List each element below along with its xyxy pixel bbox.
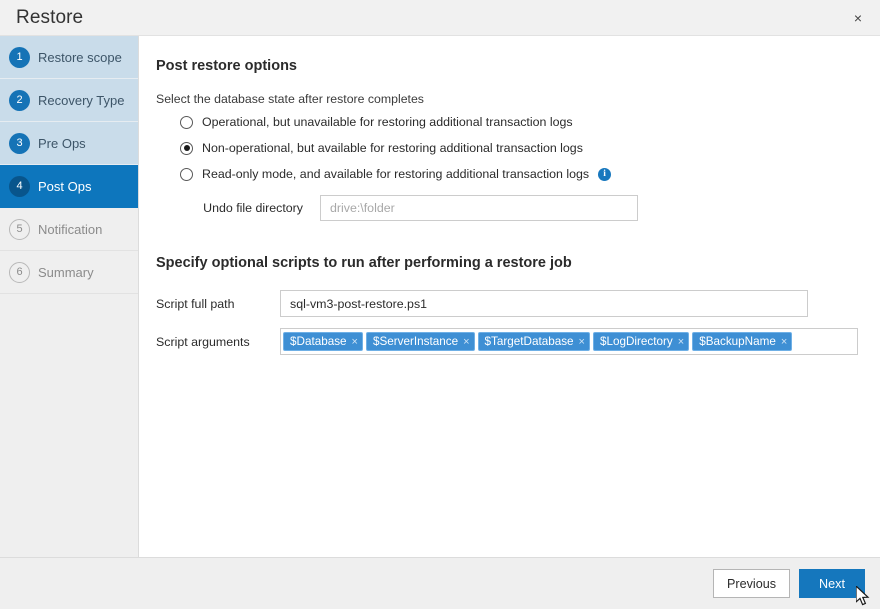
tag-label: $Database xyxy=(290,335,347,348)
script-arguments-input[interactable]: $Database × $ServerInstance × $TargetDat… xyxy=(280,328,858,355)
database-state-hint: Select the database state after restore … xyxy=(156,92,424,106)
tag-label: $ServerInstance xyxy=(372,335,459,348)
radio-option-operational[interactable]: Operational, but unavailable for restori… xyxy=(180,115,880,129)
sidebar-item-label: Pre Ops xyxy=(38,135,86,151)
script-arguments-row: Script arguments $Database × $ServerInst… xyxy=(156,328,880,355)
tag-label: $TargetDatabase xyxy=(484,335,574,348)
undo-file-directory-row: Undo file directory xyxy=(180,195,880,221)
title-bar: Restore × xyxy=(0,0,880,36)
script-full-path-input[interactable] xyxy=(280,290,808,317)
sidebar-item-recovery-type[interactable]: 2 Recovery Type xyxy=(0,79,138,122)
tag-backup-name[interactable]: $BackupName × xyxy=(692,332,793,351)
radio-button[interactable] xyxy=(180,115,193,129)
wizard-sidebar: 1 Restore scope 2 Recovery Type 3 Pre Op… xyxy=(0,36,139,557)
radio-option-read-only[interactable]: Read-only mode, and available for restor… xyxy=(180,167,880,181)
sidebar-item-label: Notification xyxy=(38,221,103,237)
close-icon[interactable]: × xyxy=(846,6,870,30)
remove-tag-icon[interactable]: × xyxy=(463,336,469,348)
sidebar-item-notification[interactable]: 5 Notification xyxy=(0,208,138,251)
radio-label: Non-operational, but available for resto… xyxy=(202,141,583,155)
step-number-badge: 2 xyxy=(9,89,30,111)
undo-file-directory-input[interactable] xyxy=(320,195,638,221)
tag-server-instance[interactable]: $ServerInstance × xyxy=(365,332,475,351)
tag-label: $BackupName xyxy=(699,335,776,348)
tag-target-database[interactable]: $TargetDatabase × xyxy=(477,332,590,351)
tag-log-directory[interactable]: $LogDirectory × xyxy=(592,332,690,351)
optional-scripts-heading: Specify optional scripts to run after pe… xyxy=(156,255,572,271)
step-number-badge: 6 xyxy=(9,261,30,283)
page-title: Restore xyxy=(16,6,84,28)
sidebar-item-restore-scope[interactable]: 1 Restore scope xyxy=(0,36,138,79)
sidebar-item-post-ops[interactable]: 4 Post Ops xyxy=(0,165,138,208)
step-number-badge: 3 xyxy=(9,132,30,154)
tag-label: $LogDirectory xyxy=(599,335,673,348)
radio-label: Read-only mode, and available for restor… xyxy=(202,167,590,181)
step-number-badge: 5 xyxy=(9,218,30,240)
radio-label: Operational, but unavailable for restori… xyxy=(202,115,573,129)
previous-button[interactable]: Previous xyxy=(713,569,790,598)
dialog-body: 1 Restore scope 2 Recovery Type 3 Pre Op… xyxy=(0,36,880,557)
info-icon[interactable]: i xyxy=(598,167,612,181)
script-full-path-label: Script full path xyxy=(156,296,235,311)
sidebar-item-label: Post Ops xyxy=(38,178,92,194)
remove-tag-icon[interactable]: × xyxy=(781,336,787,348)
radio-option-non-operational[interactable]: Non-operational, but available for resto… xyxy=(180,141,880,155)
remove-tag-icon[interactable]: × xyxy=(678,336,684,348)
main-content: Post restore options Select the database… xyxy=(139,36,880,557)
radio-button[interactable] xyxy=(180,141,193,155)
radio-button[interactable] xyxy=(180,167,193,181)
sidebar-item-label: Recovery Type xyxy=(38,92,125,108)
step-number-badge: 4 xyxy=(9,175,30,197)
sidebar-item-label: Restore scope xyxy=(38,49,122,65)
post-restore-options-heading: Post restore options xyxy=(156,58,297,74)
step-number-badge: 1 xyxy=(9,46,30,68)
script-full-path-row: Script full path xyxy=(156,290,880,317)
sidebar-item-summary[interactable]: 6 Summary xyxy=(0,251,138,294)
tag-database[interactable]: $Database × xyxy=(283,332,363,351)
undo-file-directory-label: Undo file directory xyxy=(203,201,303,215)
sidebar-item-pre-ops[interactable]: 3 Pre Ops xyxy=(0,122,138,165)
dialog-footer: Previous Next xyxy=(0,557,880,609)
script-arguments-label: Script arguments xyxy=(156,334,250,349)
remove-tag-icon[interactable]: × xyxy=(579,336,585,348)
next-button[interactable]: Next xyxy=(799,569,865,598)
sidebar-item-label: Summary xyxy=(38,264,94,280)
restore-dialog: Restore × 1 Restore scope 2 Recovery Typ… xyxy=(0,0,880,609)
remove-tag-icon[interactable]: × xyxy=(352,336,358,348)
